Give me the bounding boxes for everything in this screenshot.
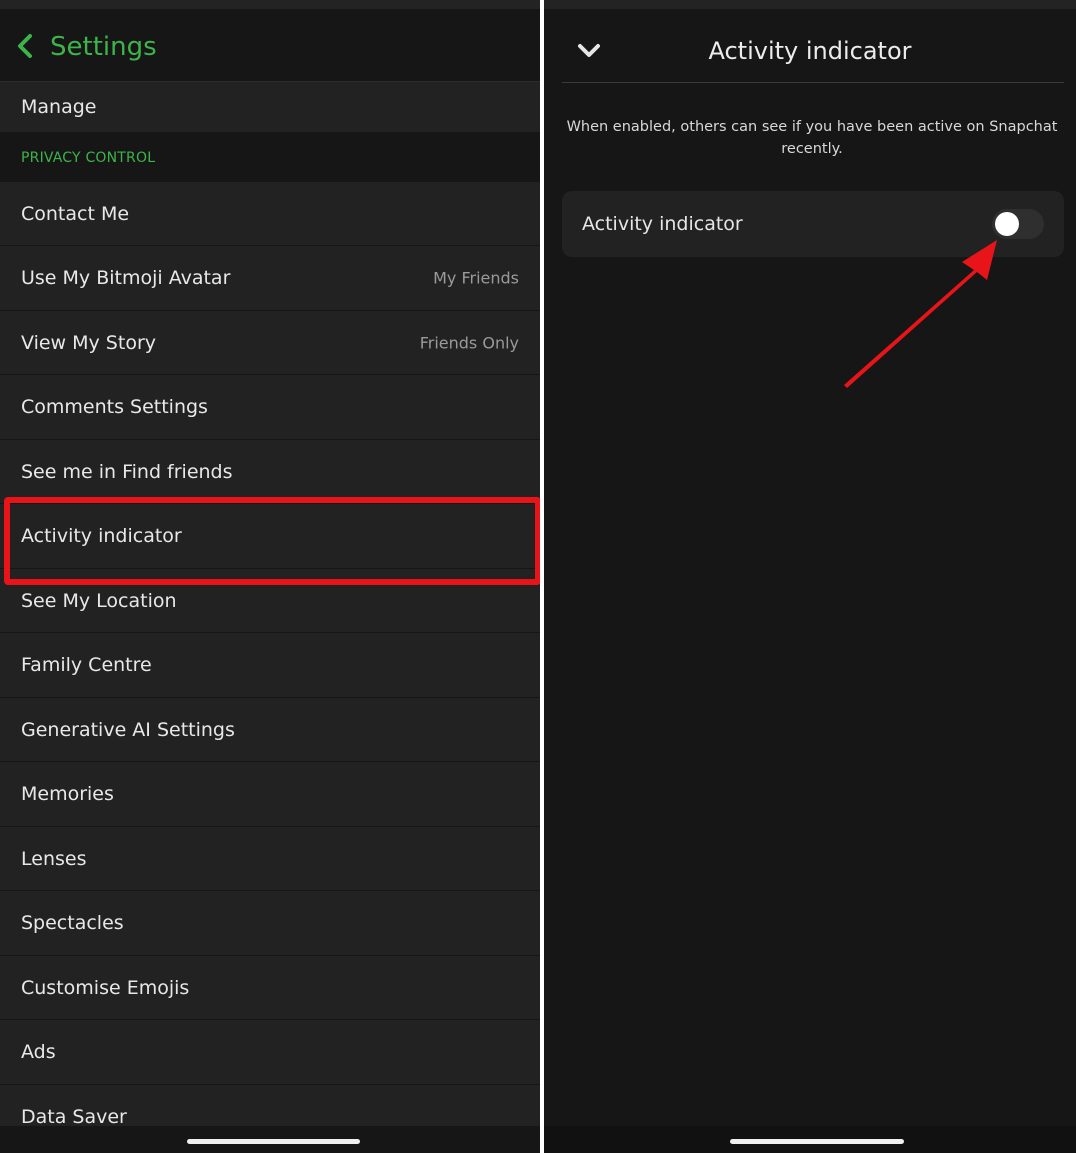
settings-item-family-centre[interactable]: Family Centre xyxy=(0,633,540,698)
settings-panel: Settings Manage PRIVACY CONTROL Contact … xyxy=(0,0,540,1153)
settings-item-activity-indicator[interactable]: Activity indicator xyxy=(0,504,540,569)
settings-item-comments-settings[interactable]: Comments Settings xyxy=(0,375,540,440)
settings-item-manage[interactable]: Manage xyxy=(0,82,540,133)
settings-header: Settings xyxy=(0,9,540,82)
settings-item-label: Comments Settings xyxy=(21,396,208,418)
settings-item-label: Family Centre xyxy=(21,654,152,676)
settings-item-label: See me in Find friends xyxy=(21,460,233,483)
settings-item-label: Manage xyxy=(21,96,97,118)
settings-item-ads[interactable]: Ads xyxy=(0,1020,540,1085)
section-label: PRIVACY CONTROL xyxy=(21,149,156,166)
settings-item-customise-emojis[interactable]: Customise Emojis xyxy=(0,956,540,1020)
status-strip xyxy=(0,0,540,9)
settings-item-bitmoji-avatar[interactable]: Use My Bitmoji Avatar My Friends xyxy=(0,246,540,311)
settings-item-find-friends[interactable]: See me in Find friends xyxy=(0,440,540,504)
home-indicator[interactable] xyxy=(730,1139,904,1144)
section-header-privacy-control: PRIVACY CONTROL xyxy=(0,133,540,182)
settings-item-value: My Friends xyxy=(433,268,519,288)
settings-item-label: Customise Emojis xyxy=(21,976,190,999)
settings-item-label: Generative AI Settings xyxy=(21,718,235,741)
activity-indicator-panel: Activity indicator When enabled, others … xyxy=(544,0,1076,1153)
arrow-annotation xyxy=(844,240,997,388)
settings-item-label: Contact Me xyxy=(21,202,130,225)
chevron-left-icon[interactable] xyxy=(14,31,36,61)
settings-item-label: Spectacles xyxy=(21,912,124,934)
settings-item-label: Use My Bitmoji Avatar xyxy=(21,267,231,289)
page-title: Settings xyxy=(50,32,157,62)
settings-item-label: Memories xyxy=(21,783,114,805)
settings-item-contact-me[interactable]: Contact Me xyxy=(0,182,540,246)
settings-item-label: Lenses xyxy=(21,847,87,870)
settings-item-lenses[interactable]: Lenses xyxy=(0,827,540,891)
settings-item-label: See My Location xyxy=(21,589,177,612)
settings-item-spectacles[interactable]: Spectacles xyxy=(0,891,540,956)
home-indicator[interactable] xyxy=(187,1139,360,1144)
settings-item-label: Data Saver xyxy=(21,1105,127,1128)
settings-item-view-my-story[interactable]: View My Story Friends Only xyxy=(0,311,540,375)
settings-item-generative-ai[interactable]: Generative AI Settings xyxy=(0,698,540,762)
settings-item-label: Activity indicator xyxy=(21,525,182,547)
settings-item-label: View My Story xyxy=(21,331,156,354)
settings-item-value: Friends Only xyxy=(419,333,519,352)
settings-item-memories[interactable]: Memories xyxy=(0,762,540,827)
settings-item-see-my-location[interactable]: See My Location xyxy=(0,569,540,633)
settings-item-label: Ads xyxy=(21,1041,56,1063)
